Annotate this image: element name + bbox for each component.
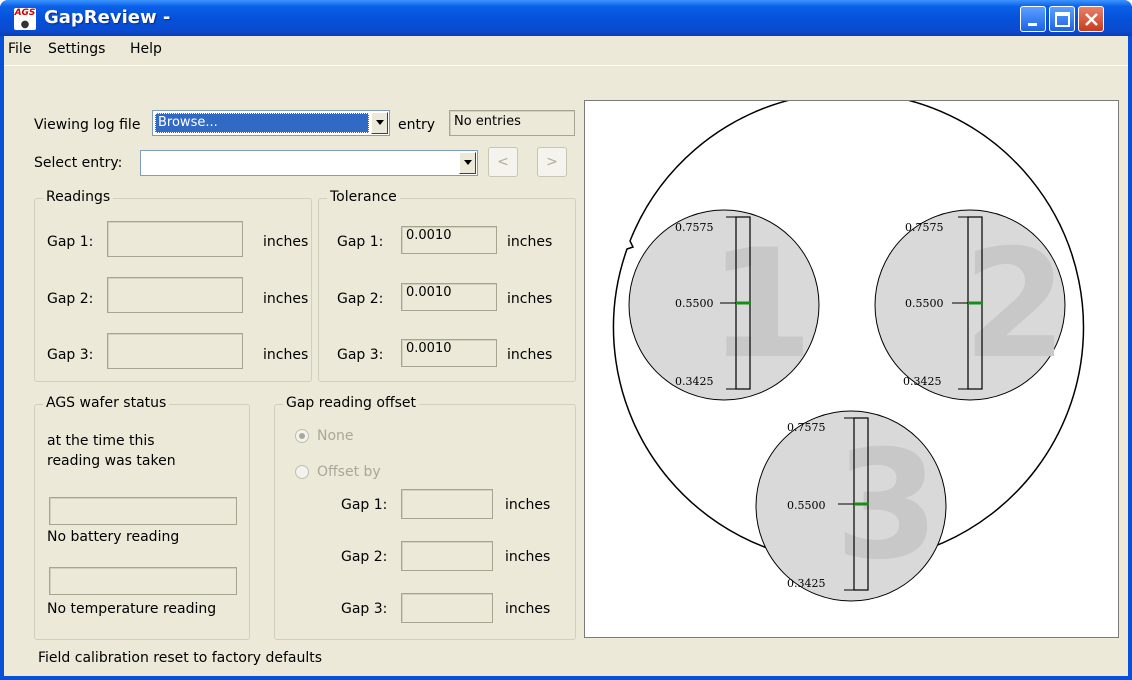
chevron-down-icon[interactable] bbox=[371, 112, 388, 134]
gauge-3-min: 0.3425 bbox=[787, 577, 826, 590]
offset-gap1-unit: inches bbox=[505, 497, 551, 513]
readings-gap1-field bbox=[107, 221, 243, 257]
menu-help[interactable]: Help bbox=[130, 41, 162, 57]
previous-entry-button[interactable]: < bbox=[488, 147, 518, 177]
select-entry-label: Select entry: bbox=[34, 155, 123, 171]
menu-settings[interactable]: Settings bbox=[48, 41, 105, 57]
minimize-icon bbox=[1028, 23, 1037, 26]
tolerance-gap1-unit: inches bbox=[507, 234, 553, 250]
temperature-bar bbox=[49, 567, 237, 595]
readings-group: Readings Gap 1: inches Gap 2: inches Gap… bbox=[34, 189, 312, 382]
gauge-2-mid: 0.5500 bbox=[905, 297, 944, 310]
gap-gauge-3: 3 0.7575 0.5500 0.3425 bbox=[755, 410, 947, 602]
menu-bar: File Settings Help bbox=[4, 36, 1128, 66]
gauge-1-max: 0.7575 bbox=[675, 221, 714, 234]
sensor-3-number: 3 bbox=[835, 419, 939, 593]
wafer-status-group: AGS wafer status at the time this readin… bbox=[34, 395, 250, 640]
ags-app-icon[interactable]: AGS ● bbox=[14, 8, 36, 30]
tolerance-title: Tolerance bbox=[327, 189, 400, 205]
readings-gap2-unit: inches bbox=[263, 291, 309, 307]
close-icon bbox=[1085, 13, 1098, 26]
offset-gap1-label: Gap 1: bbox=[341, 497, 388, 513]
gauge-3-max: 0.7575 bbox=[787, 421, 826, 434]
offset-by-radio[interactable] bbox=[295, 465, 309, 479]
next-entry-button[interactable]: > bbox=[537, 147, 567, 177]
battery-label: No battery reading bbox=[47, 529, 180, 545]
readings-gap2-label: Gap 2: bbox=[47, 291, 94, 307]
wafer-status-line1: at the time this bbox=[47, 433, 155, 449]
offset-gap2-unit: inches bbox=[505, 549, 551, 565]
menu-file[interactable]: File bbox=[8, 41, 31, 57]
entry-label: entry bbox=[398, 117, 436, 133]
chevron-down-icon[interactable] bbox=[459, 152, 476, 174]
wafer-status-title: AGS wafer status bbox=[43, 395, 170, 411]
battery-bar bbox=[49, 497, 237, 525]
status-message: Field calibration reset to factory defau… bbox=[38, 650, 323, 666]
offset-none-radio[interactable] bbox=[295, 429, 309, 443]
offset-gap1-field[interactable] bbox=[401, 489, 493, 519]
log-file-selected: Browse... bbox=[155, 113, 369, 133]
offset-gap3-field[interactable] bbox=[401, 593, 493, 623]
sensor-1-number: 1 bbox=[709, 218, 813, 392]
readings-gap3-field bbox=[107, 333, 243, 369]
wafer-diagram: 1 0.7575 0.5500 0.3425 2 0.7575 0.5500 0… bbox=[584, 91, 1119, 638]
offset-gap3-label: Gap 3: bbox=[341, 601, 388, 617]
close-button[interactable] bbox=[1078, 6, 1104, 32]
viewing-log-label: Viewing log file bbox=[34, 117, 141, 133]
entry-count-field: No entries bbox=[449, 110, 575, 136]
readings-gap2-field bbox=[107, 277, 243, 313]
tolerance-gap2-label: Gap 2: bbox=[337, 291, 384, 307]
readings-gap3-label: Gap 3: bbox=[47, 347, 94, 363]
select-entry-combo[interactable] bbox=[140, 150, 478, 176]
gauge-2-min: 0.3425 bbox=[903, 375, 942, 388]
wafer-status-line2: reading was taken bbox=[47, 453, 176, 469]
gauge-3-mid: 0.5500 bbox=[787, 499, 826, 512]
window-title: GapReview - bbox=[44, 7, 171, 28]
gauge-2-max: 0.7575 bbox=[905, 221, 944, 234]
sensor-2-number: 2 bbox=[963, 218, 1067, 392]
temperature-label: No temperature reading bbox=[47, 601, 217, 617]
readings-gap3-unit: inches bbox=[263, 347, 309, 363]
tolerance-gap3-unit: inches bbox=[507, 347, 553, 363]
minimize-button[interactable] bbox=[1020, 6, 1046, 32]
tolerance-gap3-field[interactable]: 0.0010 bbox=[401, 339, 497, 367]
tolerance-gap2-unit: inches bbox=[507, 291, 553, 307]
tolerance-gap3-label: Gap 3: bbox=[337, 347, 384, 363]
offset-gap2-label: Gap 2: bbox=[341, 549, 388, 565]
readings-gap1-label: Gap 1: bbox=[47, 234, 94, 250]
gap-gauge-2: 2 0.7575 0.5500 0.3425 bbox=[874, 209, 1067, 401]
app-window: AGS ● GapReview - File Settings Help View… bbox=[0, 0, 1132, 680]
log-file-combo[interactable]: Browse... bbox=[152, 110, 390, 136]
tolerance-group: Tolerance Gap 1: 0.0010 inches Gap 2: 0.… bbox=[318, 189, 576, 382]
offset-gap3-unit: inches bbox=[505, 601, 551, 617]
tolerance-gap1-label: Gap 1: bbox=[337, 234, 384, 250]
gap-gauge-1: 1 0.7575 0.5500 0.3425 bbox=[628, 209, 820, 401]
gauge-1-mid: 0.5500 bbox=[675, 297, 714, 310]
tolerance-gap2-field[interactable]: 0.0010 bbox=[401, 283, 497, 311]
maximize-button[interactable] bbox=[1049, 6, 1075, 32]
maximize-icon bbox=[1055, 12, 1070, 27]
gap-offset-title: Gap reading offset bbox=[283, 395, 419, 411]
wafer-diagram-svg: 1 0.7575 0.5500 0.3425 2 0.7575 0.5500 0… bbox=[612, 91, 1085, 602]
gap-offset-group: Gap reading offset None Offset by Gap 1:… bbox=[274, 395, 576, 640]
offset-gap2-field[interactable] bbox=[401, 541, 493, 571]
offset-none-label: None bbox=[317, 428, 354, 444]
tolerance-gap1-field[interactable]: 0.0010 bbox=[401, 226, 497, 254]
gauge-1-min: 0.3425 bbox=[675, 375, 714, 388]
readings-gap1-unit: inches bbox=[263, 234, 309, 250]
title-bar[interactable]: AGS ● GapReview - bbox=[0, 0, 1132, 36]
offset-by-label: Offset by bbox=[317, 464, 381, 480]
readings-title: Readings bbox=[43, 189, 114, 205]
